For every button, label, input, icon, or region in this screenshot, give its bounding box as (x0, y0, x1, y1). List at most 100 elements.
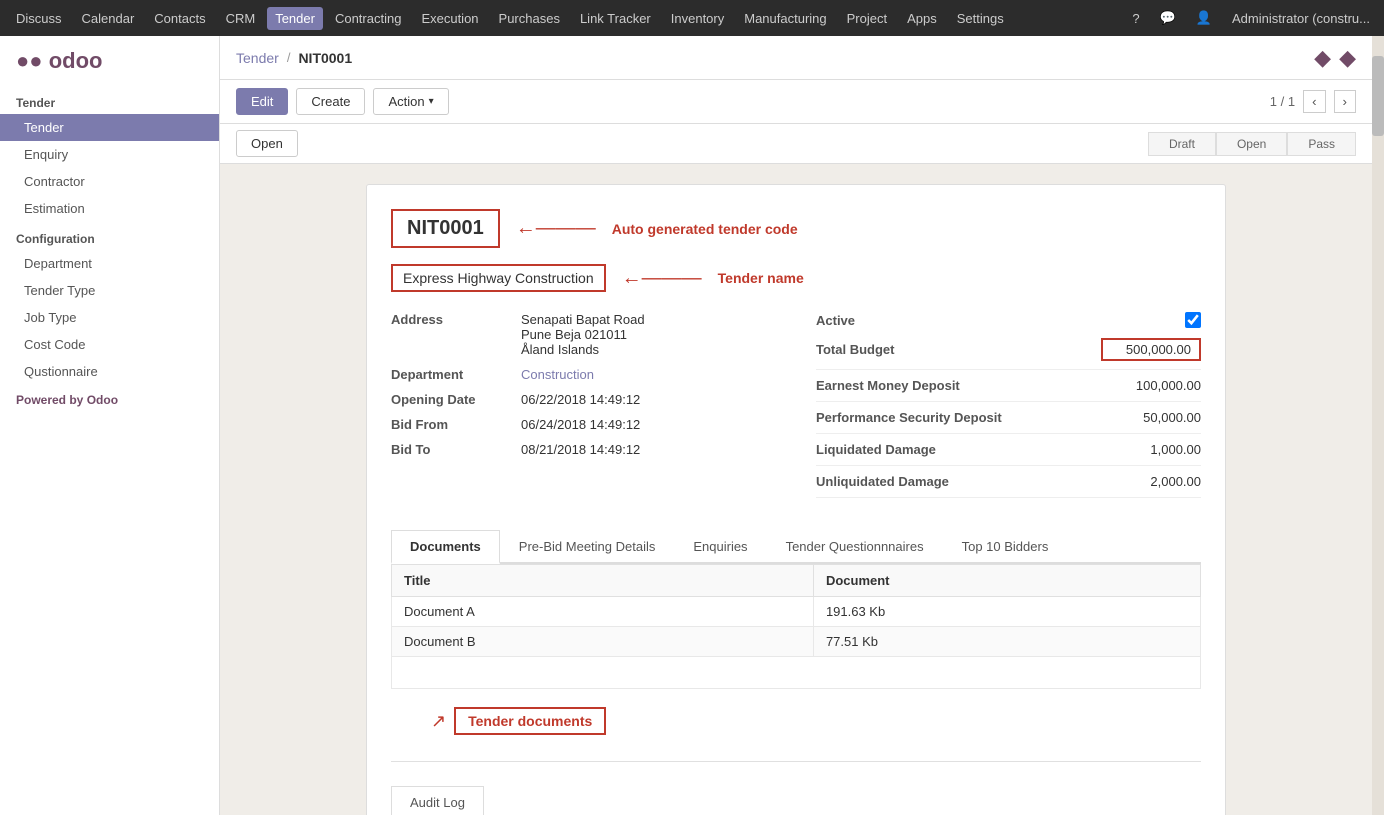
status-draft[interactable]: Draft (1148, 132, 1216, 156)
name-arrow: ←——— (622, 267, 702, 290)
notification-icon[interactable]: 👤 (1190, 8, 1218, 28)
scrollbar-thumb[interactable] (1372, 56, 1384, 136)
tabs-section: Documents Pre-Bid Meeting Details Enquir… (391, 530, 1201, 745)
nav-tender[interactable]: Tender (267, 7, 323, 30)
department-field: Department Construction (391, 367, 776, 382)
address-line-3: Åland Islands (521, 342, 645, 357)
doc-b-title: Document B (392, 627, 814, 657)
liquidated-row: Liquidated Damage 1,000.00 (816, 442, 1201, 466)
breadcrumb-icons: ◆ ◆ (1314, 45, 1356, 71)
tab-top-bidders[interactable]: Top 10 Bidders (943, 530, 1068, 562)
bid-to-value: 08/21/2018 14:49:12 (521, 442, 640, 457)
total-budget-label: Total Budget (816, 342, 1101, 357)
nav-project[interactable]: Project (839, 7, 895, 30)
sidebar-item-questionnaire[interactable]: Qustionnaire (0, 358, 219, 385)
doc-a-title: Document A (392, 597, 814, 627)
next-button[interactable]: › (1334, 90, 1356, 113)
opening-date-label: Opening Date (391, 392, 521, 407)
action-button[interactable]: Action ▾ (373, 88, 448, 115)
table-row[interactable]: Document A 191.63 Kb (392, 597, 1201, 627)
total-budget-value: 500,000.00 (1101, 338, 1201, 361)
opening-date-field: Opening Date 06/22/2018 14:49:12 (391, 392, 776, 407)
annotation-arrow-icon: ↗ (431, 711, 446, 732)
active-checkbox[interactable] (1185, 312, 1201, 328)
tab-audit-log[interactable]: Audit Log (391, 786, 484, 815)
nav-purchases[interactable]: Purchases (491, 7, 568, 30)
bid-from-field: Bid From 06/24/2018 14:49:12 (391, 417, 776, 432)
sidebar-item-cost-code[interactable]: Cost Code (0, 331, 219, 358)
scrollbar[interactable] (1372, 36, 1384, 815)
liquidated-label: Liquidated Damage (816, 442, 1101, 457)
code-arrow: ←——— (516, 217, 596, 240)
divider (391, 761, 1201, 762)
doc-b-size: 77.51 Kb (813, 627, 1200, 657)
sidebar: ●● odoo Tender Tender Enquiry Contractor… (0, 36, 220, 815)
sidebar-logo: ●● odoo (0, 36, 219, 86)
address-line-2: Pune Beja 021011 (521, 327, 645, 342)
documents-tab-content: Title Document Document A 191.63 Kb (391, 564, 1201, 745)
total-budget-row: Total Budget 500,000.00 (816, 338, 1201, 370)
nav-contacts[interactable]: Contacts (146, 7, 213, 30)
nav-execution[interactable]: Execution (413, 7, 486, 30)
sidebar-item-job-type[interactable]: Job Type (0, 304, 219, 331)
address-field: Address Senapati Bapat Road Pune Beja 02… (391, 312, 776, 357)
toolbar-right: 1 / 1 ‹ › (1270, 90, 1356, 113)
tender-name: Express Highway Construction (391, 264, 606, 292)
breadcrumb-parent[interactable]: Tender (236, 50, 279, 66)
nav-crm[interactable]: CRM (218, 7, 264, 30)
tab-documents[interactable]: Documents (391, 530, 500, 564)
help-icon[interactable]: ? (1126, 9, 1145, 28)
status-bar: Open Draft Open Pass (220, 124, 1372, 164)
sidebar-item-enquiry[interactable]: Enquiry (0, 141, 219, 168)
tab-questionnaires[interactable]: Tender Questionnnaires (767, 530, 943, 562)
sidebar-item-tender-type[interactable]: Tender Type (0, 277, 219, 304)
unliquidated-value: 2,000.00 (1101, 474, 1201, 489)
bid-from-value: 06/24/2018 14:49:12 (521, 417, 640, 432)
logo: ●● odoo (16, 48, 203, 74)
audit-section: Audit Log Date Description Technical nam… (391, 786, 1201, 815)
nav-contracting[interactable]: Contracting (327, 7, 409, 30)
open-button[interactable]: Open (236, 130, 298, 157)
nav-inventory[interactable]: Inventory (663, 7, 732, 30)
address-line-1: Senapati Bapat Road (521, 312, 645, 327)
powered-by: Powered by Odoo (0, 385, 219, 415)
unliquidated-row: Unliquidated Damage 2,000.00 (816, 474, 1201, 498)
user-menu[interactable]: Administrator (constru... (1226, 9, 1376, 28)
tab-enquiries[interactable]: Enquiries (674, 530, 766, 562)
table-row[interactable]: Document B 77.51 Kb (392, 627, 1201, 657)
chat-icon[interactable]: 💬 (1154, 8, 1182, 28)
sidebar-item-department[interactable]: Department (0, 250, 219, 277)
department-value[interactable]: Construction (521, 367, 594, 382)
tab-pre-bid[interactable]: Pre-Bid Meeting Details (500, 530, 675, 562)
nav-discuss[interactable]: Discuss (8, 7, 70, 30)
nav-link-tracker[interactable]: Link Tracker (572, 7, 659, 30)
brand-link[interactable]: Odoo (87, 393, 118, 407)
department-label: Department (391, 367, 521, 382)
nav-calendar[interactable]: Calendar (74, 7, 143, 30)
tender-code-row: NIT0001 ←——— Auto generated tender code (391, 209, 1201, 248)
breadcrumb-separator: / (287, 50, 291, 65)
prev-button[interactable]: ‹ (1303, 90, 1325, 113)
col-document: Document (813, 565, 1200, 597)
status-steps: Draft Open Pass (1148, 132, 1356, 156)
tender-section-label: Tender (0, 86, 219, 114)
sidebar-item-estimation[interactable]: Estimation (0, 195, 219, 222)
status-open[interactable]: Open (1216, 132, 1287, 156)
edit-button[interactable]: Edit (236, 88, 288, 115)
create-button[interactable]: Create (296, 88, 365, 115)
content-area: Tender / NIT0001 ◆ ◆ Edit Create Action … (220, 36, 1372, 815)
active-row: Active (816, 312, 1201, 328)
performance-value: 50,000.00 (1101, 410, 1201, 425)
sidebar-item-tender[interactable]: Tender (0, 114, 219, 141)
name-annotation: Tender name (718, 270, 804, 286)
breadcrumb-current: NIT0001 (298, 50, 352, 66)
nav-apps[interactable]: Apps (899, 7, 945, 30)
opening-date-value: 06/22/2018 14:49:12 (521, 392, 640, 407)
status-pass[interactable]: Pass (1287, 132, 1356, 156)
sidebar-item-contractor[interactable]: Contractor (0, 168, 219, 195)
performance-label: Performance Security Deposit (816, 410, 1101, 425)
annotation-block: ↗ Tender documents (431, 697, 1201, 745)
nav-manufacturing[interactable]: Manufacturing (736, 7, 834, 30)
nav-settings[interactable]: Settings (949, 7, 1012, 30)
drop-icon-left: ◆ (1314, 45, 1331, 71)
